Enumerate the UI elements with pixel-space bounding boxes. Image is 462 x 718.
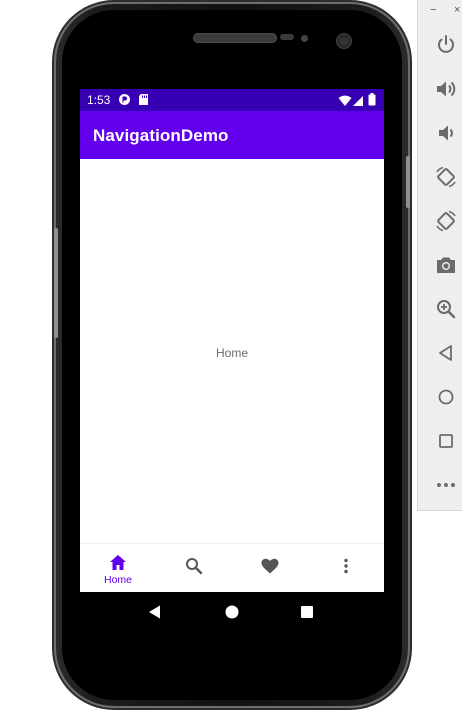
rotate-left-icon[interactable] [434,165,458,189]
home-circle-icon[interactable] [434,385,458,409]
emulator-toolbar: − × [417,0,462,511]
power-side-button [406,156,410,208]
front-camera [337,34,351,48]
app-title: NavigationDemo [93,126,229,145]
recents-icon[interactable] [297,602,317,622]
cellular-signal-icon [353,94,364,112]
camera-icon[interactable] [434,253,458,277]
close-button[interactable]: × [454,4,460,16]
back-triangle-icon[interactable] [434,341,458,365]
proximity-sensor [280,34,294,40]
more-icon[interactable] [434,473,458,497]
home-circle-icon[interactable] [222,602,242,622]
heart-icon [260,556,280,576]
volume-down-icon[interactable] [434,121,458,145]
nav-item-favorites[interactable] [232,544,308,592]
notification-app-icon [118,93,131,111]
bottom-navigation: Home [80,543,384,592]
battery-icon [368,93,376,111]
search-icon [184,556,204,576]
power-icon[interactable] [434,33,458,57]
nav-item-more[interactable] [308,544,384,592]
phone-frame: 1:53 NavigationDemo Home Home [54,4,410,706]
minimize-button[interactable]: − [430,4,436,16]
overview-square-icon[interactable] [434,429,458,453]
status-time: 1:53 [87,93,111,107]
status-bar: 1:53 [80,89,384,111]
app-bar: NavigationDemo [80,111,384,159]
rotate-right-icon[interactable] [434,209,458,233]
home-icon [108,553,128,573]
volume-side-button [54,228,58,338]
light-sensor [301,35,308,42]
nav-item-search[interactable] [156,544,232,592]
home-fragment-content: Home [80,159,384,543]
wifi-icon [338,94,352,112]
back-icon[interactable] [145,602,165,622]
earpiece-speaker [193,33,277,43]
more-vert-icon [336,556,356,576]
nav-item-home-label: Home [103,574,132,586]
device-screen: 1:53 NavigationDemo Home Home [80,89,384,592]
zoom-icon[interactable] [434,297,458,321]
emulator-window: 1:53 NavigationDemo Home Home − × [0,0,462,718]
sd-card-icon [138,93,149,111]
volume-up-icon[interactable] [434,77,458,101]
nav-item-home[interactable]: Home [80,544,156,592]
system-navigation-bar [80,592,384,632]
home-text: Home [215,346,248,360]
